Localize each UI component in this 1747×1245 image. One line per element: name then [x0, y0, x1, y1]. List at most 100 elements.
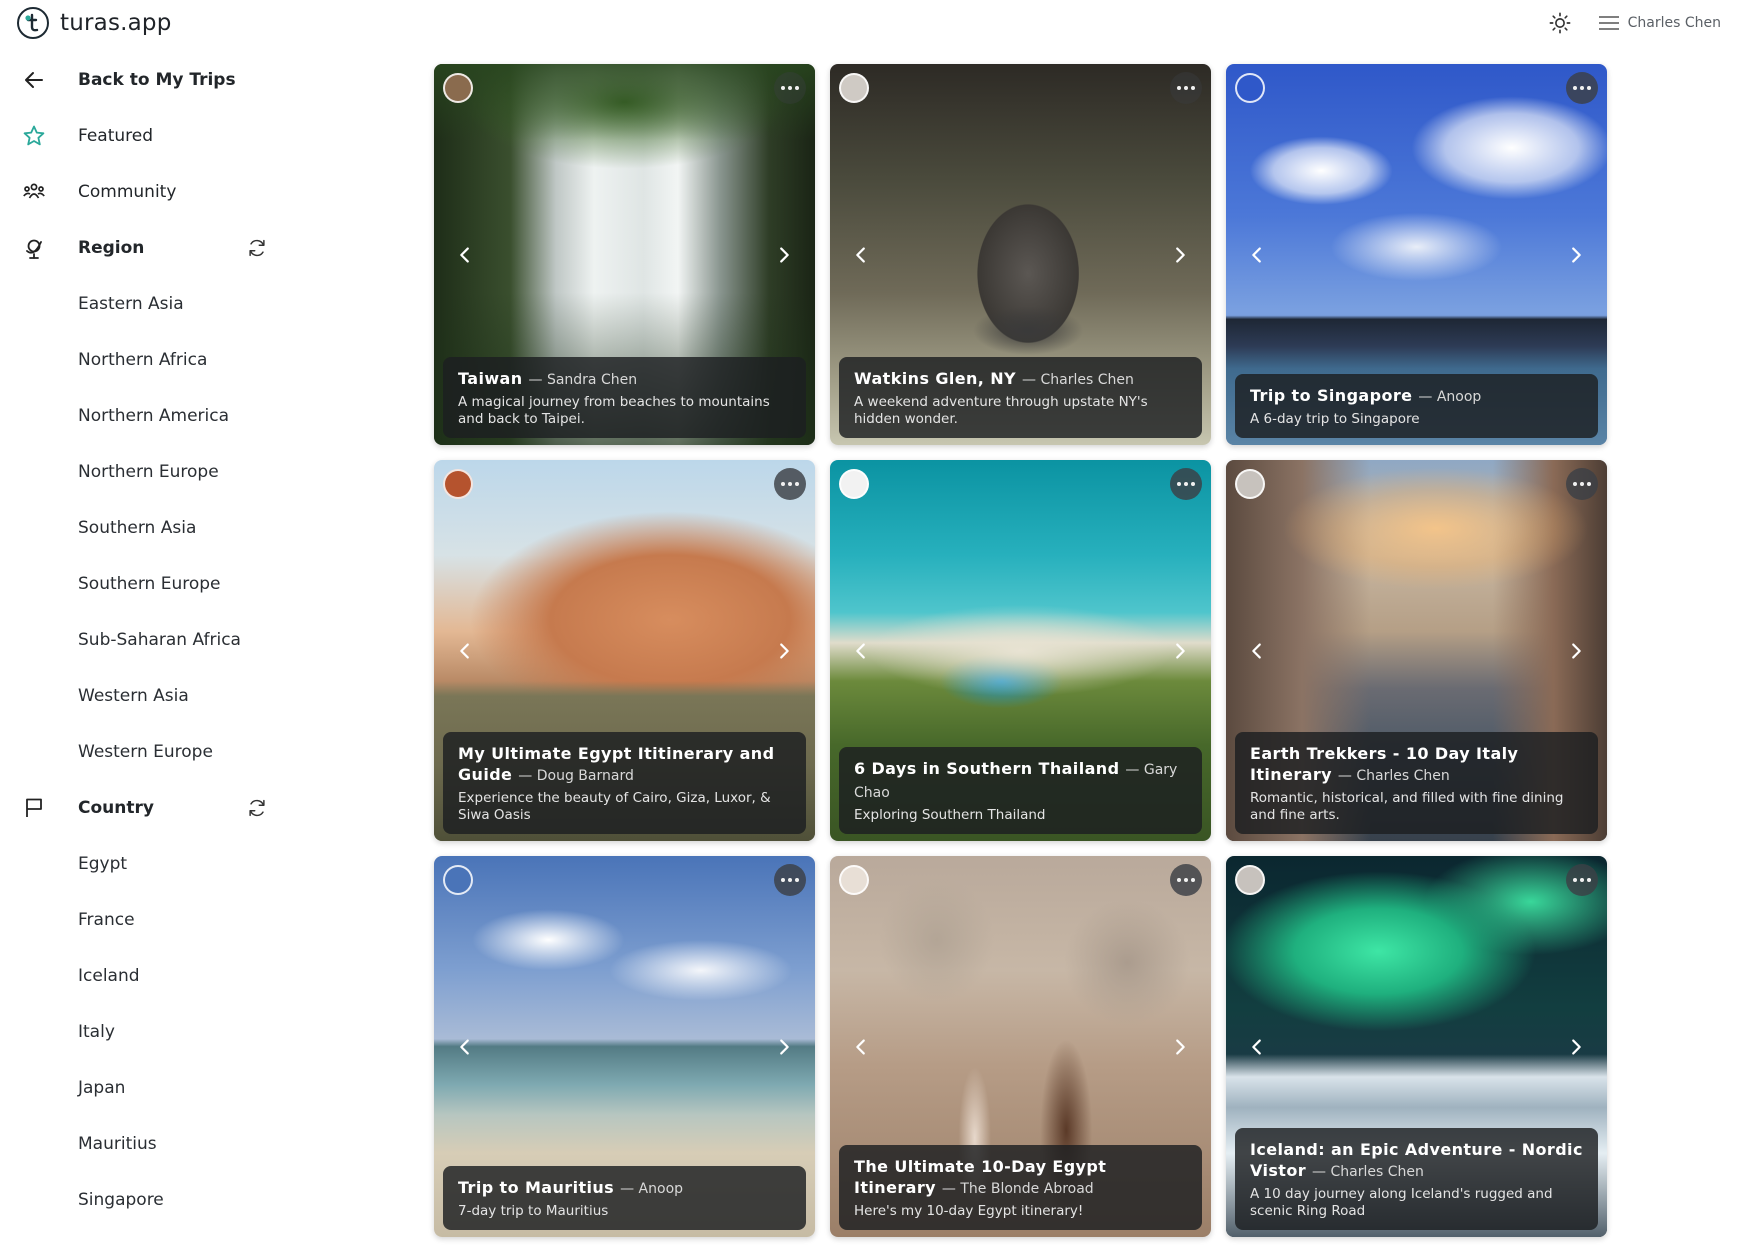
- more-options-button[interactable]: [1566, 864, 1598, 896]
- sidebar-region-item[interactable]: Sub-Saharan Africa: [78, 612, 241, 668]
- trip-author: Anoop: [638, 1181, 684, 1197]
- more-options-button[interactable]: [1566, 468, 1598, 500]
- trip-card[interactable]: Watkins Glen, NY — Charles Chen A weeken…: [830, 64, 1211, 445]
- trip-author-sep: —: [1125, 762, 1144, 778]
- flag-icon: [26, 798, 42, 817]
- author-avatar[interactable]: [839, 469, 869, 499]
- sidebar-country-item[interactable]: Japan: [78, 1060, 125, 1116]
- chevron-left-icon[interactable]: [1246, 640, 1268, 662]
- chevron-left-icon[interactable]: [1246, 244, 1268, 266]
- trip-author-sep: —: [1022, 372, 1041, 388]
- author-avatar[interactable]: [839, 865, 869, 895]
- trip-author: Anoop: [1436, 389, 1482, 405]
- sidebar-region-item[interactable]: Northern America: [78, 388, 229, 444]
- trip-card[interactable]: Iceland: an Epic Adventure - Nordic Vist…: [1226, 856, 1607, 1237]
- more-options-button[interactable]: [774, 864, 806, 896]
- trip-caption: Iceland: an Epic Adventure - Nordic Vist…: [1235, 1128, 1598, 1230]
- sidebar-region-item[interactable]: Eastern Asia: [78, 276, 184, 332]
- more-options-button[interactable]: [1170, 468, 1202, 500]
- more-options-button[interactable]: [774, 72, 806, 104]
- sidebar-country-item[interactable]: Egypt: [78, 836, 127, 892]
- chevron-right-icon[interactable]: [1565, 244, 1587, 266]
- sidebar-region-item[interactable]: Southern Europe: [78, 556, 221, 612]
- chevron-left-icon[interactable]: [1246, 1036, 1268, 1058]
- trip-title: 6 Days in Southern Thailand: [854, 759, 1120, 778]
- app-name: turas.app: [60, 10, 172, 36]
- trip-author-sep: —: [1337, 768, 1357, 784]
- trip-card[interactable]: Taiwan — Sandra Chen A magical journey f…: [434, 64, 815, 445]
- author-avatar[interactable]: [443, 469, 473, 499]
- chevron-right-icon[interactable]: [1565, 640, 1587, 662]
- author-avatar[interactable]: [1235, 865, 1265, 895]
- sidebar-country-item[interactable]: France: [78, 892, 135, 948]
- trip-author: Charles Chen: [1356, 768, 1450, 784]
- chevron-left-icon[interactable]: [850, 1036, 872, 1058]
- chevron-left-icon[interactable]: [454, 244, 476, 266]
- chevron-left-icon[interactable]: [850, 640, 872, 662]
- more-options-button[interactable]: [1170, 864, 1202, 896]
- trip-card[interactable]: Trip to Singapore — Anoop A 6-day trip t…: [1226, 64, 1607, 445]
- trip-title-line: Taiwan — Sandra Chen: [458, 368, 791, 391]
- trip-author-sep: —: [518, 768, 537, 784]
- chevron-right-icon[interactable]: [1169, 244, 1191, 266]
- sun-icon[interactable]: [1549, 12, 1571, 34]
- trip-author-sep: —: [1312, 1164, 1331, 1180]
- trip-author-sep: —: [620, 1181, 639, 1197]
- app-logo[interactable]: turas.app: [17, 7, 172, 39]
- chevron-right-icon[interactable]: [1565, 1036, 1587, 1058]
- refresh-icon[interactable]: [246, 237, 268, 259]
- author-avatar[interactable]: [443, 865, 473, 895]
- trip-card[interactable]: Trip to Mauritius — Anoop 7-day trip to …: [434, 856, 815, 1237]
- trip-card[interactable]: My Ultimate Egypt Ititinerary and Guide …: [434, 460, 815, 841]
- community-label: Community: [78, 182, 177, 202]
- trip-title-line: Trip to Singapore — Anoop: [1250, 385, 1583, 408]
- sidebar-item-country[interactable]: Country: [0, 780, 300, 836]
- refresh-icon[interactable]: [246, 797, 268, 819]
- chevron-right-icon[interactable]: [773, 1036, 795, 1058]
- author-avatar[interactable]: [443, 73, 473, 103]
- globe-icon: [26, 239, 42, 259]
- more-options-button[interactable]: [1170, 72, 1202, 104]
- trip-description: A 6-day trip to Singapore: [1250, 411, 1420, 427]
- chevron-left-icon[interactable]: [454, 640, 476, 662]
- sidebar-country-item[interactable]: Singapore: [78, 1172, 164, 1228]
- trip-description: A weekend adventure through upstate NY's…: [854, 394, 1148, 427]
- back-to-my-trips[interactable]: Back to My Trips: [0, 52, 300, 108]
- trip-card[interactable]: Earth Trekkers - 10 Day Italy Itinerary …: [1226, 460, 1607, 841]
- menu-icon[interactable]: [1598, 16, 1619, 30]
- trip-author-sep: —: [941, 1181, 961, 1197]
- chevron-left-icon[interactable]: [850, 244, 872, 266]
- trip-card[interactable]: The Ultimate 10-Day Egypt Itinerary — Th…: [830, 856, 1211, 1237]
- trip-title-line: Earth Trekkers - 10 Day Italy Itinerary …: [1250, 743, 1583, 787]
- chevron-right-icon[interactable]: [773, 244, 795, 266]
- community-icon: [23, 183, 45, 199]
- sidebar-region-item[interactable]: Western Europe: [78, 724, 213, 780]
- sidebar-region-item[interactable]: Western Asia: [78, 668, 189, 724]
- author-avatar[interactable]: [1235, 469, 1265, 499]
- trip-caption: Trip to Mauritius — Anoop 7-day trip to …: [443, 1166, 806, 1230]
- chevron-right-icon[interactable]: [1169, 1036, 1191, 1058]
- sidebar-region-item[interactable]: Southern Asia: [78, 500, 196, 556]
- trip-title-line: My Ultimate Egypt Ititinerary and Guide …: [458, 743, 791, 787]
- sidebar-country-item[interactable]: Italy: [78, 1004, 115, 1060]
- trip-card[interactable]: 6 Days in Southern Thailand — Gary Chao …: [830, 460, 1211, 841]
- trip-caption: Earth Trekkers - 10 Day Italy Itinerary …: [1235, 732, 1598, 834]
- trip-title: Trip to Singapore: [1250, 386, 1413, 405]
- sidebar-region-item[interactable]: Northern Europe: [78, 444, 219, 500]
- sidebar-country-item[interactable]: Mauritius: [78, 1116, 157, 1172]
- sidebar-region-item[interactable]: Northern Africa: [78, 332, 207, 388]
- more-options-button[interactable]: [774, 468, 806, 500]
- chevron-left-icon[interactable]: [454, 1036, 476, 1058]
- sidebar-item-region[interactable]: Region: [0, 220, 300, 276]
- chevron-right-icon[interactable]: [773, 640, 795, 662]
- user-name[interactable]: Charles Chen: [1628, 15, 1721, 31]
- chevron-right-icon[interactable]: [1169, 640, 1191, 662]
- author-avatar[interactable]: [839, 73, 869, 103]
- author-avatar[interactable]: [1235, 73, 1265, 103]
- sidebar-item-community[interactable]: Community: [0, 164, 300, 220]
- trip-title: Trip to Mauritius: [458, 1178, 615, 1197]
- more-options-button[interactable]: [1566, 72, 1598, 104]
- trip-author-sep: —: [1418, 389, 1437, 405]
- sidebar-item-featured[interactable]: Featured: [0, 108, 300, 164]
- sidebar-country-item[interactable]: Iceland: [78, 948, 140, 1004]
